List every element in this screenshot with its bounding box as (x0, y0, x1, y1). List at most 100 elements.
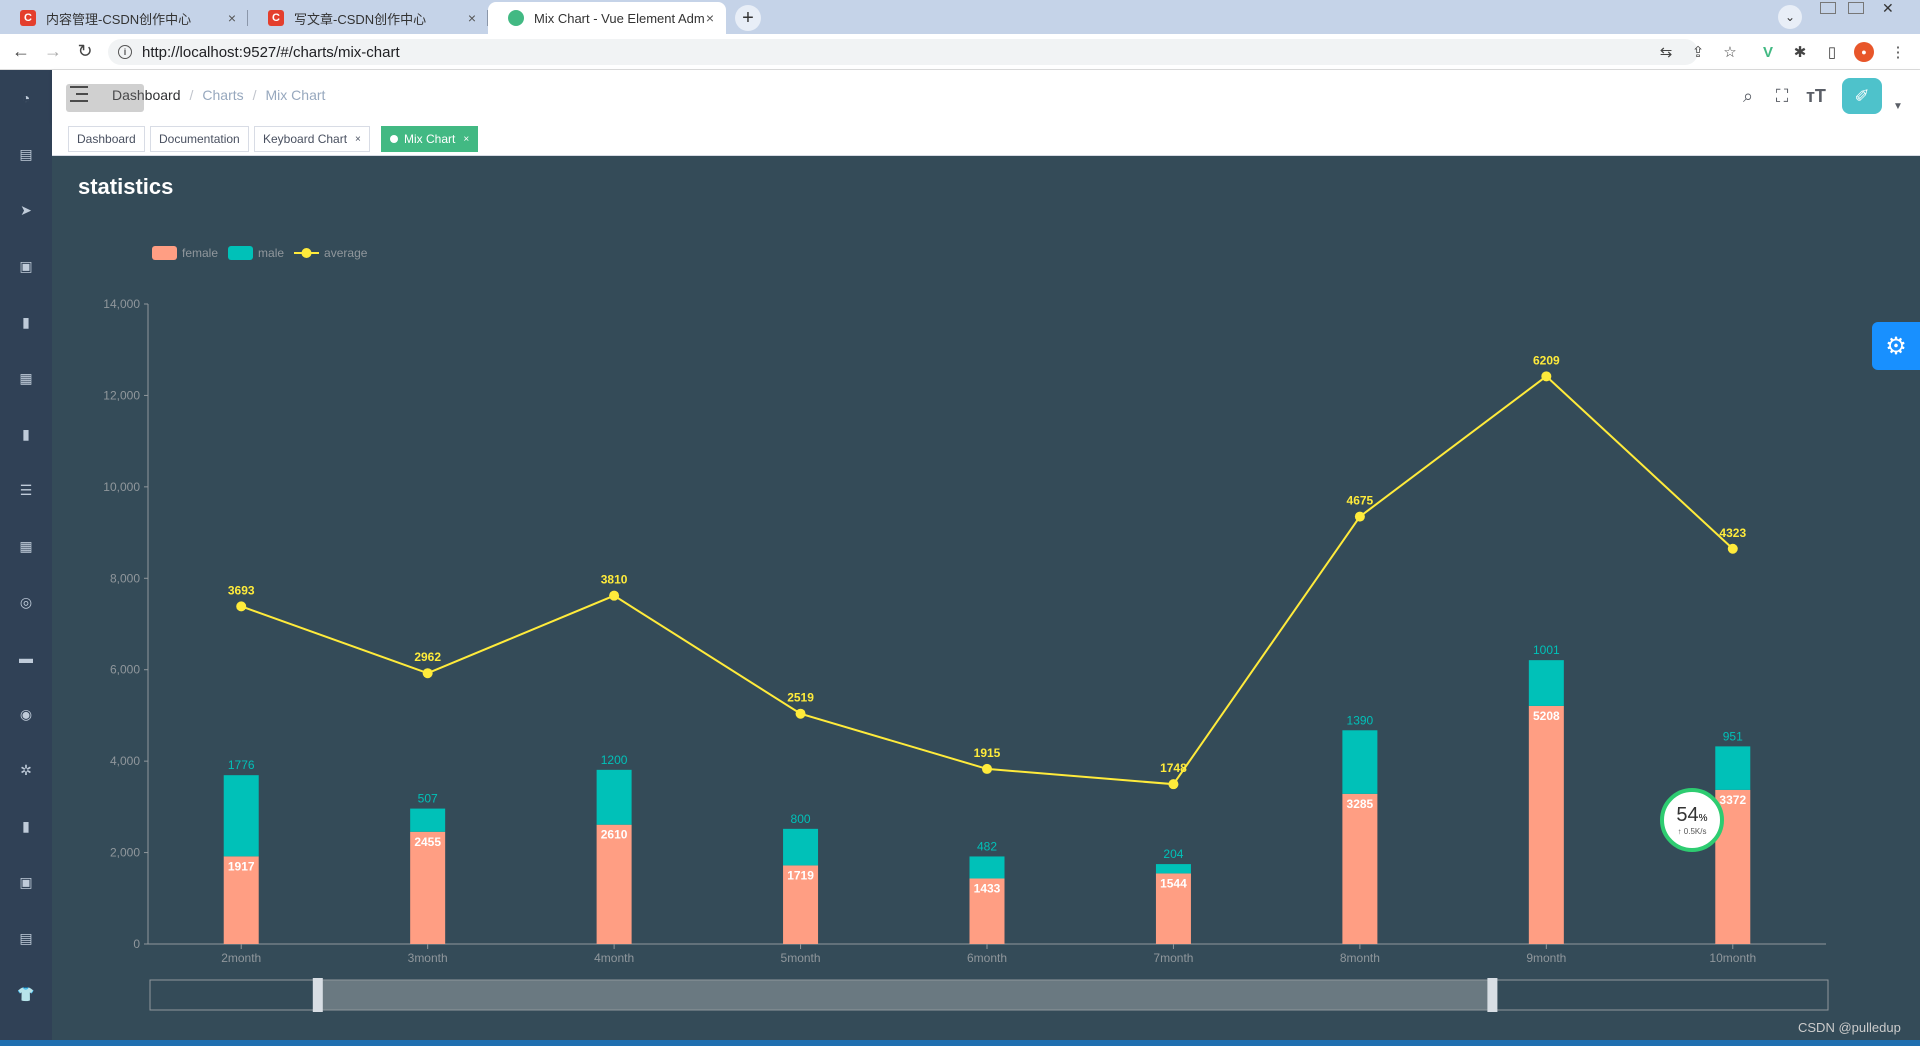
breadcrumb-mix-chart: Mix Chart (265, 87, 326, 103)
y-tick-label: 6,000 (110, 663, 140, 677)
breadcrumb-charts[interactable]: Charts (202, 87, 243, 103)
component-icon[interactable]: ▦ (0, 358, 52, 398)
tag-documentation[interactable]: Documentation (150, 126, 249, 152)
bar-male (1715, 746, 1751, 790)
bar-female-label: 1719 (787, 868, 814, 882)
settings-gear-button[interactable]: ⚙ (1872, 322, 1920, 370)
average-label: 2962 (414, 650, 441, 664)
tag-close-icon[interactable]: × (355, 134, 361, 145)
browser-tab-1[interactable]: C 内容管理-CSDN创作中心 × (0, 2, 248, 34)
minimize-icon[interactable] (1820, 2, 1836, 14)
tag-dashboard[interactable]: Dashboard (68, 126, 145, 152)
table-icon[interactable]: ▦ (0, 526, 52, 566)
nested-icon[interactable]: ☰ (0, 470, 52, 510)
close-tab-icon[interactable]: × (468, 10, 476, 26)
bookmark-star-icon[interactable]: ☆ (1720, 42, 1740, 62)
guide-icon[interactable]: ➤ (0, 190, 52, 230)
example-icon[interactable]: ▬ (0, 638, 52, 678)
average-point (1354, 511, 1365, 522)
close-tab-icon[interactable]: × (228, 10, 236, 26)
average-label: 2519 (787, 691, 814, 705)
reload-icon[interactable]: ↻ (74, 41, 96, 62)
network-monitor-widget[interactable]: 54% ↑ 0.5K/s (1660, 788, 1724, 852)
browser-tab-2[interactable]: C 写文章-CSDN创作中心 × (248, 2, 488, 34)
chart-icon[interactable]: ▮ (0, 414, 52, 454)
bar-male (1342, 730, 1378, 794)
permission-icon[interactable]: ▣ (0, 246, 52, 286)
bar-female-label: 2610 (601, 828, 628, 842)
bar-male (410, 808, 446, 832)
forward-icon[interactable]: → (42, 41, 64, 62)
bar-male (969, 856, 1005, 879)
bar-male (596, 769, 632, 825)
fullscreen-icon[interactable]: ⛶ (1770, 84, 1794, 108)
tag-label: Documentation (159, 132, 240, 146)
navbar: Dashboard / Charts / Mix Chart ⌕ ⛶ тT ✐ … (52, 70, 1920, 122)
tag-mix-chart[interactable]: Mix Chart × (381, 126, 479, 152)
x-tick-label: 7month (1153, 951, 1193, 965)
avatar[interactable]: ✐ (1842, 78, 1882, 114)
size-select-icon[interactable]: тT (1804, 84, 1828, 108)
tab-search-icon[interactable]: ⌄ (1778, 5, 1802, 29)
average-point (982, 763, 992, 774)
excel-icon[interactable]: ▮ (0, 806, 52, 846)
chart-svg: 0 2,000 4,000 6,000 8,000 10,000 12,000 14,000 2… (103, 297, 1829, 1012)
average-line (240, 375, 1734, 786)
error-icon[interactable]: ◉ (0, 694, 52, 734)
menu-icon[interactable]: ⋮ (1888, 42, 1908, 62)
y-tick-label: 10,000 (103, 480, 140, 494)
datazoom-handle-left[interactable] (312, 978, 323, 1012)
dashboard-icon[interactable]: ◔ (0, 78, 52, 118)
y-tick-label: 12,000 (103, 388, 140, 402)
address-bar: ← → ↻ i http://localhost:9527/#/charts/m… (0, 34, 1920, 70)
bar-female (1342, 793, 1378, 944)
average-point (609, 590, 620, 601)
restore-icon[interactable] (1848, 2, 1864, 14)
average-label: 1748 (1160, 761, 1187, 775)
extensions-icon[interactable]: ✱ (1790, 42, 1810, 62)
bug-icon[interactable]: ✲ (0, 750, 52, 790)
average-point (1727, 543, 1738, 554)
average-point (795, 708, 806, 719)
new-tab-button[interactable]: + (735, 5, 761, 31)
documentation-icon[interactable]: ▤ (0, 134, 52, 174)
vue-devtools-icon[interactable]: V (1758, 42, 1778, 62)
browser-tab-3[interactable]: Mix Chart - Vue Element Adm × (488, 2, 726, 34)
bar-female-label: 2455 (414, 835, 441, 849)
url-input[interactable]: i http://localhost:9527/#/charts/mix-cha… (108, 39, 1698, 65)
share-icon[interactable]: ⇪ (1688, 42, 1708, 62)
caret-down-icon[interactable]: ▼ (1886, 94, 1910, 118)
tags-view: Dashboard Documentation Keyboard Chart ×… (52, 122, 1920, 156)
tag-close-icon[interactable]: × (463, 134, 469, 145)
icon-icon[interactable]: ▮ (0, 302, 52, 342)
average-label: 4323 (1719, 526, 1746, 540)
average-label: 4675 (1347, 494, 1374, 508)
bar-male-label: 204 (1163, 847, 1183, 861)
bar-male-label: 800 (791, 812, 811, 826)
bar-female-label: 3285 (1347, 797, 1374, 811)
back-icon[interactable]: ← (10, 41, 32, 62)
profile-icon[interactable]: ● (1854, 42, 1874, 62)
bar-male-label: 482 (977, 839, 997, 853)
datazoom-handle-right[interactable] (1487, 978, 1498, 1012)
sidepanel-icon[interactable]: ▯ (1822, 42, 1842, 62)
bar-female (1528, 705, 1564, 944)
close-tab-icon[interactable]: × (706, 10, 714, 26)
tag-keyboard-chart[interactable]: Keyboard Chart × (254, 126, 370, 152)
search-icon[interactable]: ⌕ (1736, 84, 1760, 108)
tab-icon[interactable]: ◎ (0, 582, 52, 622)
pdf-icon[interactable]: ▤ (0, 918, 52, 958)
bar-male (223, 775, 259, 857)
url-text: http://localhost:9527/#/charts/mix-chart (142, 43, 400, 61)
bar-male (1528, 660, 1564, 706)
close-window-icon[interactable]: ✕ (1882, 0, 1894, 17)
zip-icon[interactable]: ▣ (0, 862, 52, 902)
site-info-icon[interactable]: i (118, 45, 132, 59)
breadcrumb-separator: / (252, 87, 257, 103)
breadcrumb: Dashboard / Charts / Mix Chart (112, 87, 325, 103)
netmon-percent: 54 (1676, 804, 1699, 826)
translate-icon[interactable]: ⇆ (1656, 42, 1676, 62)
datazoom-window (317, 980, 1493, 1010)
theme-icon[interactable]: 👕 (0, 974, 52, 1014)
average-point (1541, 371, 1552, 382)
